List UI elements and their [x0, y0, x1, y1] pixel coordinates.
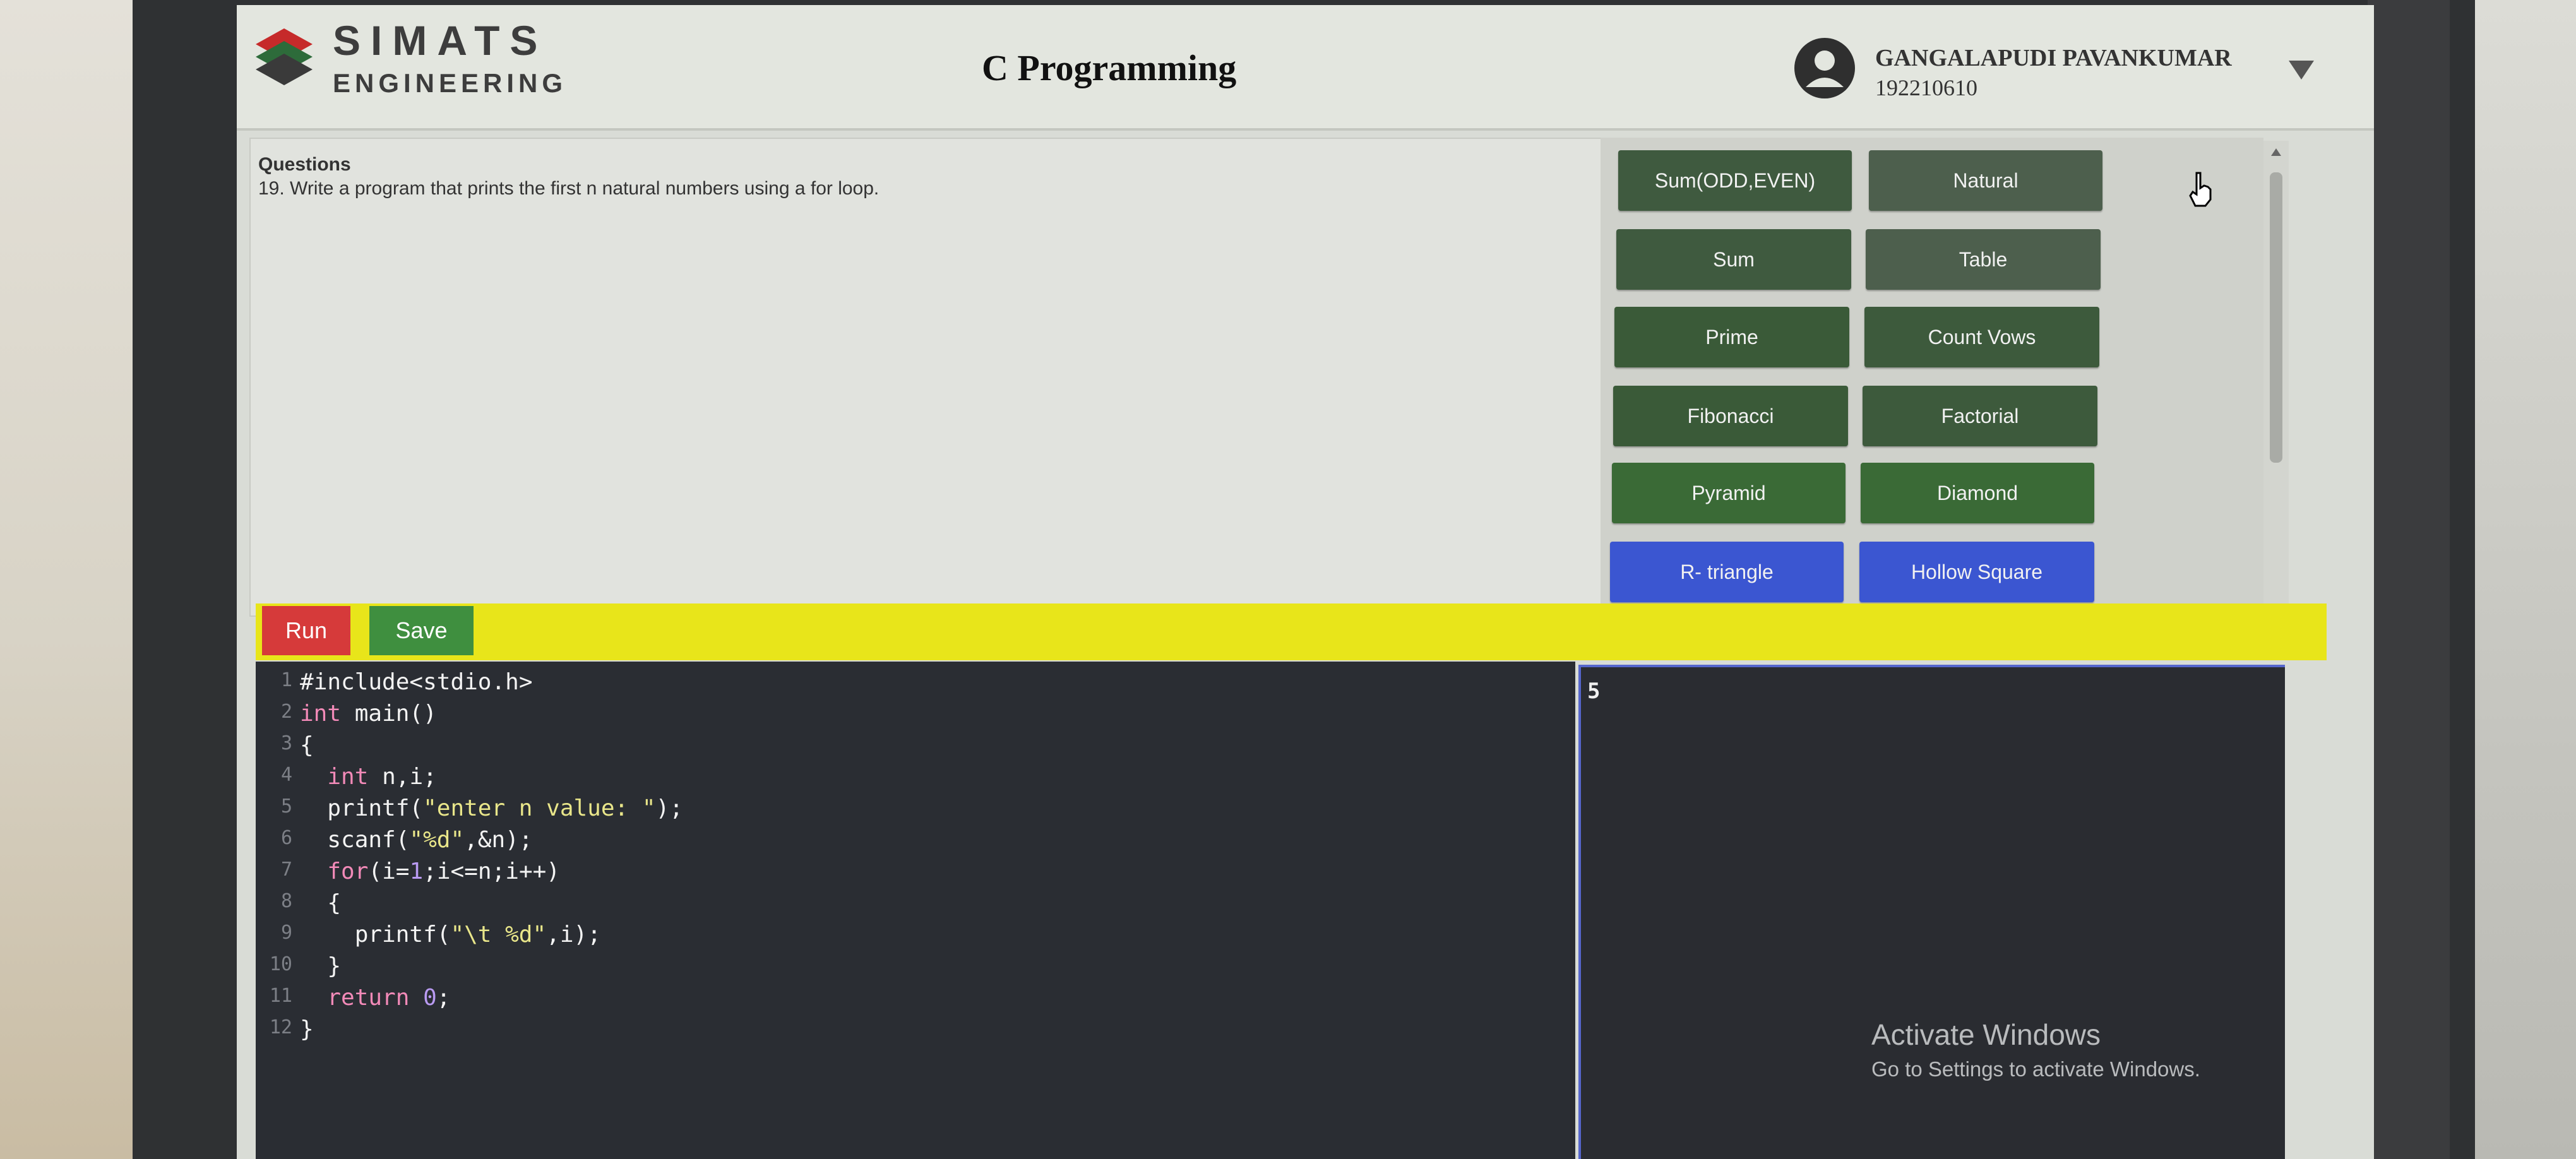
- code-line[interactable]: 2 int main(): [256, 701, 1575, 732]
- code-line-text: {: [300, 732, 314, 758]
- run-button[interactable]: Run: [262, 606, 350, 655]
- line-number: 11: [269, 985, 292, 1007]
- output-console[interactable]: 5 Activate Windows Go to Settings to act…: [1578, 665, 2285, 1159]
- topic-button-natural[interactable]: Natural: [1869, 150, 2102, 211]
- topic-button-factorial[interactable]: Factorial: [1863, 386, 2097, 446]
- line-number: 1: [280, 669, 292, 691]
- user-id: 192210610: [1875, 75, 1977, 100]
- code-line[interactable]: 6 scanf("%d",&n);: [256, 827, 1575, 859]
- code-line[interactable]: 8 {: [256, 890, 1575, 922]
- topic-button-pyramid[interactable]: Pyramid: [1612, 463, 1846, 523]
- topic-button-prime[interactable]: Prime: [1614, 307, 1849, 367]
- code-line-text: #include<stdio.h>: [300, 669, 533, 695]
- line-number: 10: [269, 953, 292, 975]
- code-line[interactable]: 5 printf("enter n value: ");: [256, 795, 1575, 827]
- code-line-text: printf("enter n value: ");: [327, 795, 683, 821]
- scroll-up-arrow-icon[interactable]: [2271, 148, 2281, 156]
- brand-name: SIMATS: [333, 17, 548, 64]
- activate-windows-title: Activate Windows: [1871, 1018, 2101, 1051]
- code-line-text: return 0;: [327, 985, 451, 1011]
- line-number: 12: [269, 1016, 292, 1038]
- output-text: 5: [1587, 679, 1601, 704]
- page-title: C Programming: [982, 47, 1237, 88]
- app-header: SIMATS ENGINEERING C Programming GANGALA…: [237, 5, 2374, 131]
- topic-button-diamond[interactable]: Diamond: [1861, 463, 2094, 523]
- brand-subtitle: ENGINEERING: [333, 68, 568, 98]
- code-line-text: }: [300, 953, 342, 979]
- topic-button-sum[interactable]: Sum: [1616, 229, 1851, 290]
- line-number: 3: [280, 732, 292, 754]
- app-window: SIMATS ENGINEERING C Programming GANGALA…: [237, 5, 2374, 1159]
- code-line[interactable]: 7 for(i=1;i<=n;i++): [256, 859, 1575, 890]
- topic-button-table[interactable]: Table: [1866, 229, 2101, 290]
- save-button[interactable]: Save: [369, 606, 474, 655]
- editor-toolbar: Run Save: [256, 603, 2327, 660]
- button-panel-scrollbar[interactable]: [2263, 141, 2289, 621]
- topic-button-count-vows[interactable]: Count Vows: [1864, 307, 2099, 367]
- code-line[interactable]: 12}: [256, 1016, 1575, 1048]
- topic-button-hollow-square[interactable]: Hollow Square: [1859, 542, 2094, 602]
- user-menu-chevron-down-icon[interactable]: [2289, 61, 2314, 80]
- code-line-text: for(i=1;i<=n;i++): [327, 859, 560, 884]
- topic-button-r-triangle[interactable]: R- triangle: [1610, 542, 1844, 602]
- topic-button-sum-odd-even[interactable]: Sum(ODD,EVEN): [1618, 150, 1852, 211]
- code-line[interactable]: 1 #include<stdio.h>: [256, 669, 1575, 701]
- scrollbar-thumb[interactable]: [2270, 172, 2282, 463]
- line-number: 5: [280, 795, 292, 817]
- user-name: GANGALAPUDI PAVANKUMAR: [1875, 45, 2232, 71]
- code-editor[interactable]: 1 #include<stdio.h> 2 int main() 3{4 int n,i…: [256, 662, 1575, 1159]
- line-number: 4: [280, 764, 292, 786]
- code-line-text: {: [300, 890, 342, 916]
- question-panel: Questions 19. Write a program that print…: [249, 138, 1603, 617]
- code-line-text: int main(): [300, 701, 437, 727]
- user-avatar-icon[interactable]: [1793, 37, 1856, 100]
- code-line-text: scanf("%d",&n);: [327, 827, 533, 853]
- line-number: 8: [280, 890, 292, 912]
- code-line-text: int n,i;: [327, 764, 437, 790]
- code-line-text: printf("\t %d",i);: [354, 922, 601, 948]
- code-line[interactable]: 3{: [256, 732, 1575, 764]
- topic-button-fibonacci[interactable]: Fibonacci: [1613, 386, 1848, 446]
- topic-button-panel: Sum(ODD,EVEN) Natural Sum Table Prime Co…: [1601, 138, 2263, 614]
- activate-windows-subtitle: Go to Settings to activate Windows.: [1871, 1057, 2200, 1081]
- question-text: 19. Write a program that prints the firs…: [258, 178, 880, 199]
- code-line[interactable]: 10 }: [256, 953, 1575, 985]
- code-line[interactable]: 4 int n,i;: [256, 764, 1575, 795]
- line-number: 7: [280, 859, 292, 881]
- simats-logo: [256, 28, 313, 85]
- monitor-bezel-edge: [2368, 0, 2450, 1159]
- hand-pointer-cursor-icon: [2189, 172, 2212, 207]
- question-heading: Questions: [258, 154, 351, 175]
- line-number: 6: [280, 827, 292, 849]
- line-number: 9: [280, 922, 292, 944]
- background-room-left: [0, 0, 145, 1159]
- line-number: 2: [280, 701, 292, 723]
- code-line[interactable]: 9 printf("\t %d",i);: [256, 922, 1575, 953]
- code-line-text: }: [300, 1016, 314, 1042]
- code-line[interactable]: 11 return 0;: [256, 985, 1575, 1016]
